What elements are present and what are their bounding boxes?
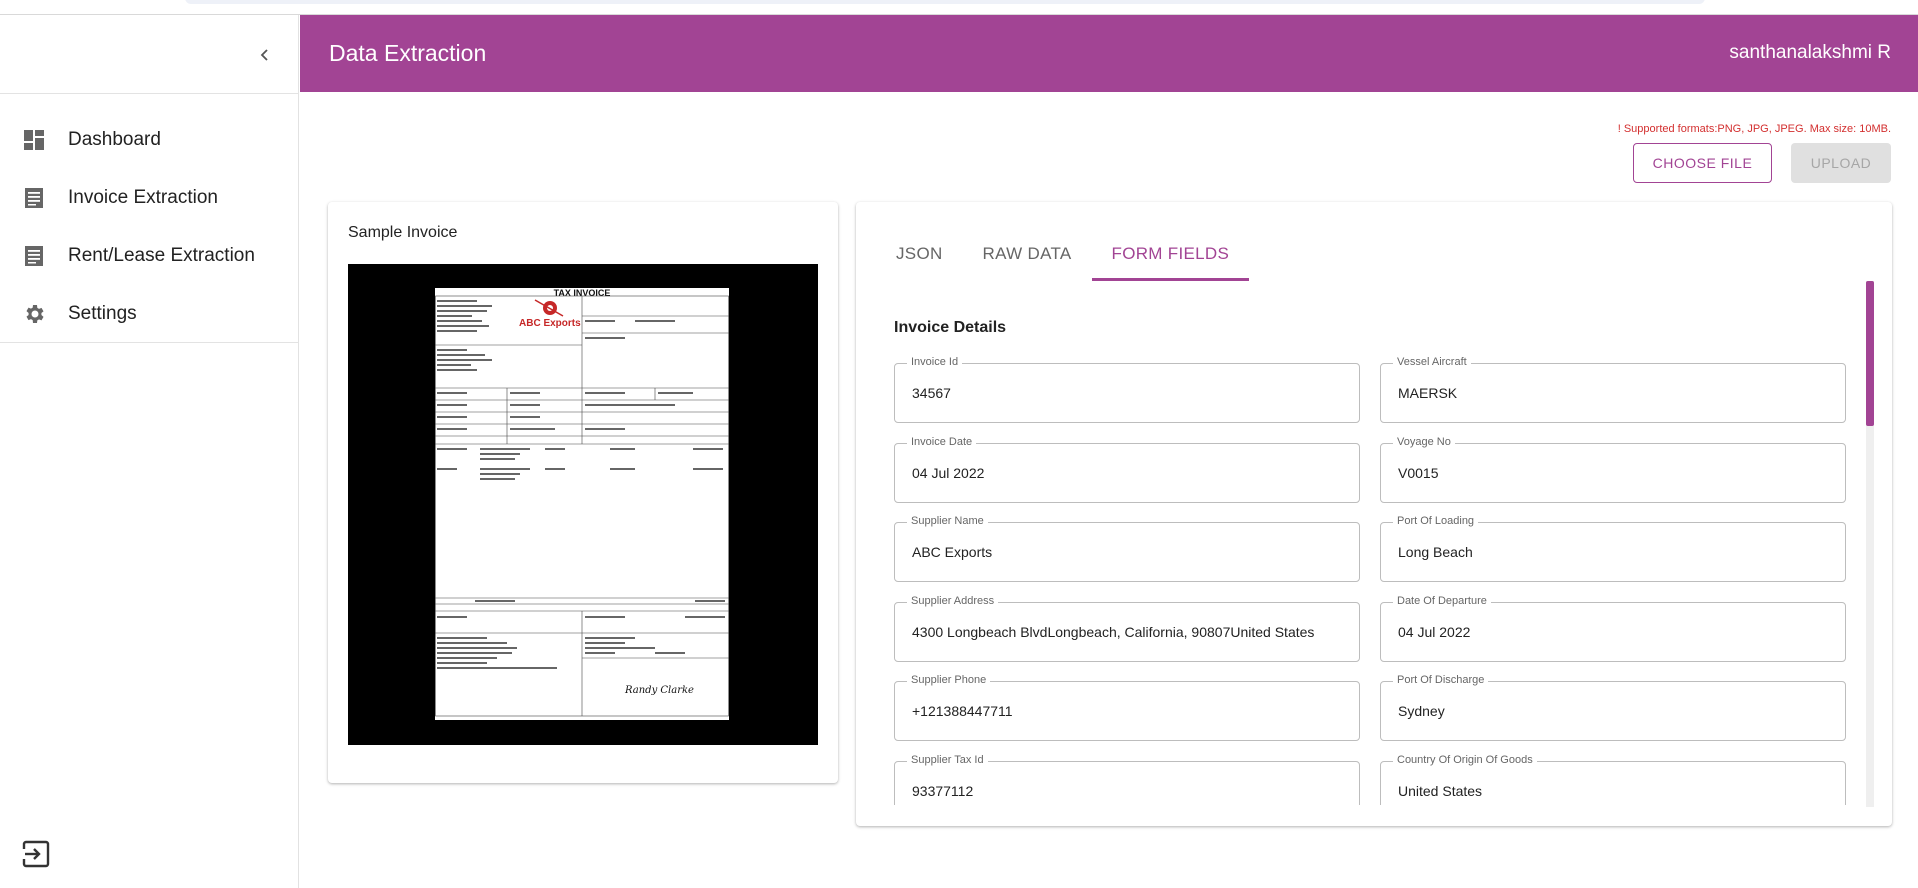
field-value: 34567: [912, 385, 951, 401]
country-of-origin-field[interactable]: Country Of Origin Of Goods United States: [1380, 754, 1846, 805]
sidebar-item-label: Invoice Extraction: [68, 187, 218, 208]
supplier-name-field[interactable]: Supplier Name ABC Exports: [894, 515, 1360, 582]
supplier-address-field[interactable]: Supplier Address 4300 Longbeach BlvdLong…: [894, 595, 1360, 662]
results-tabs: JSON RAW DATA FORM FIELDS: [876, 226, 1249, 281]
chevron-left-icon: [260, 49, 268, 61]
address-bar-edge: [185, 0, 1705, 4]
date-of-departure-field[interactable]: Date Of Departure 04 Jul 2022: [1380, 595, 1846, 662]
sample-invoice-title: Sample Invoice: [348, 224, 458, 241]
invoice-signature: Randy Clarke: [625, 685, 694, 696]
invoice-id-field[interactable]: Invoice Id 34567: [894, 356, 1360, 423]
document-icon: [22, 244, 46, 268]
app-header: Data Extraction santhanalakshmi R: [300, 15, 1918, 92]
user-name[interactable]: santhanalakshmi R: [1729, 42, 1891, 64]
invoice-brand-logo: ABC Exports: [519, 318, 581, 329]
tab-form-fields[interactable]: FORM FIELDS: [1091, 226, 1250, 281]
field-label: Supplier Tax Id: [907, 754, 988, 766]
sidebar-item-label: Rent/Lease Extraction: [68, 245, 255, 266]
field-label: Supplier Name: [907, 515, 988, 527]
field-label: Port Of Loading: [1393, 515, 1479, 527]
sidebar: Dashboard Invoice Extraction Rent/Lease …: [0, 15, 299, 888]
field-label: Voyage No: [1393, 436, 1455, 448]
invoice-document-lines: [435, 295, 729, 717]
field-value: +121388447711: [912, 703, 1013, 719]
tab-json[interactable]: JSON: [876, 226, 963, 281]
field-label: Invoice Id: [907, 356, 963, 368]
field-label: Supplier Address: [907, 595, 999, 607]
choose-file-button[interactable]: CHOOSE FILE: [1633, 143, 1772, 183]
field-value: V0015: [1398, 465, 1439, 481]
field-label: Vessel Aircraft: [1393, 356, 1471, 368]
field-value: 04 Jul 2022: [1398, 624, 1471, 640]
invoice-document: TAX INVOICE ABC Exports Randy Clarke: [435, 288, 729, 720]
document-icon: [22, 186, 46, 210]
field-label: Port Of Discharge: [1393, 674, 1489, 686]
field-label: Invoice Date: [907, 436, 977, 448]
form-fields-panel: Invoice Details Invoice Id 34567 Vessel …: [894, 281, 1854, 805]
invoice-date-field[interactable]: Invoice Date 04 Jul 2022: [894, 436, 1360, 503]
field-value: United States: [1398, 783, 1483, 799]
sample-invoice-card: Sample Invoice TAX INVOICE ABC Exports R…: [328, 202, 838, 783]
section-title: Invoice Details: [894, 319, 1007, 336]
supplier-phone-field[interactable]: Supplier Phone +121388447711: [894, 674, 1360, 741]
browser-top-strip: [0, 0, 1918, 15]
sidebar-collapse-button[interactable]: [252, 42, 278, 68]
sidebar-item-settings[interactable]: Settings: [0, 285, 299, 343]
extraction-results-card: JSON RAW DATA FORM FIELDS Invoice Detail…: [856, 202, 1892, 826]
field-value: MAERSK: [1398, 385, 1458, 401]
invoice-preview-image: TAX INVOICE ABC Exports Randy Clarke: [348, 264, 818, 745]
sidebar-item-rent-lease-extraction[interactable]: Rent/Lease Extraction: [0, 227, 299, 285]
field-value: Sydney: [1398, 703, 1445, 719]
logout-button[interactable]: [22, 839, 52, 869]
sidebar-item-label: Settings: [68, 303, 137, 324]
dashboard-icon: [22, 128, 46, 152]
vessel-aircraft-field[interactable]: Vessel Aircraft MAERSK: [1380, 356, 1846, 423]
sidebar-item-dashboard[interactable]: Dashboard: [0, 111, 299, 169]
logout-icon: [22, 840, 50, 868]
upload-button[interactable]: UPLOAD: [1791, 143, 1891, 183]
field-label: Supplier Phone: [907, 674, 991, 686]
port-of-loading-field[interactable]: Port Of Loading Long Beach: [1380, 515, 1846, 582]
field-label: Date Of Departure: [1393, 595, 1491, 607]
scrollbar-thumb[interactable]: [1866, 281, 1874, 426]
sidebar-nav: Dashboard Invoice Extraction Rent/Lease …: [0, 111, 299, 343]
field-value: 93377112: [912, 783, 974, 799]
sidebar-item-invoice-extraction[interactable]: Invoice Extraction: [0, 169, 299, 227]
sidebar-divider: [0, 93, 299, 94]
field-value: 04 Jul 2022: [912, 465, 985, 481]
upload-format-notice: ! Supported formats:PNG, JPG, JPEG. Max …: [1617, 123, 1891, 135]
field-value: Long Beach: [1398, 544, 1473, 560]
form-scrollbar[interactable]: [1866, 281, 1874, 807]
gear-icon: [22, 302, 46, 326]
port-of-discharge-field[interactable]: Port Of Discharge Sydney: [1380, 674, 1846, 741]
field-value: ABC Exports: [912, 544, 993, 560]
sidebar-item-label: Dashboard: [68, 129, 161, 150]
voyage-no-field[interactable]: Voyage No V0015: [1380, 436, 1846, 503]
field-label: Country Of Origin Of Goods: [1393, 754, 1537, 766]
sidebar-divider: [0, 342, 299, 343]
supplier-tax-id-field[interactable]: Supplier Tax Id 93377112: [894, 754, 1360, 805]
field-value: 4300 Longbeach BlvdLongbeach, California…: [912, 624, 1315, 640]
page-title: Data Extraction: [329, 40, 487, 66]
tab-raw-data[interactable]: RAW DATA: [963, 226, 1092, 281]
